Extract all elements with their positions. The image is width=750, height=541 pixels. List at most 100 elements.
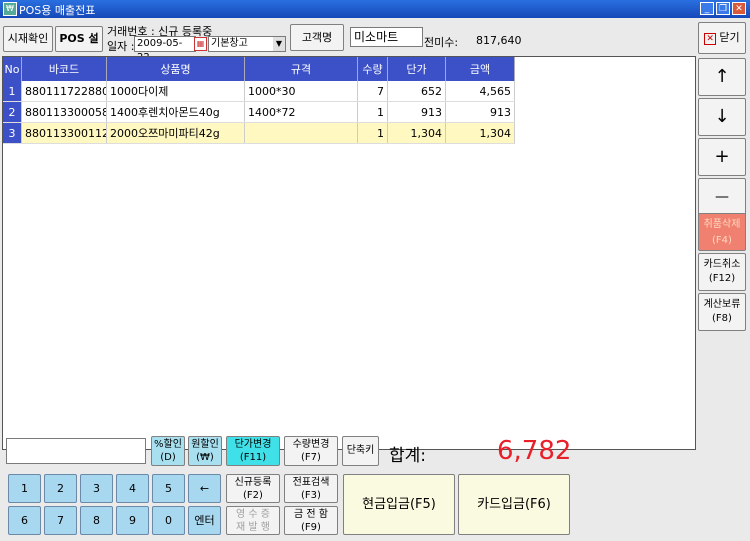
row-barcode: 8801117228804 — [21, 81, 107, 102]
chevron-down-icon[interactable]: ▼ — [273, 37, 285, 51]
card-cancel-key: (F12) — [708, 273, 736, 284]
table-row-selected[interactable]: 3 8801133001122 2000오쯔마미파티42g 1 1,304 1,… — [3, 122, 515, 144]
won-discount-button[interactable]: 원할인 (₩) — [188, 436, 222, 466]
percent-discount-key: (D) — [160, 452, 176, 463]
key-2[interactable]: 2 — [44, 474, 77, 503]
date-label: 일자 : — [107, 40, 135, 53]
date-field[interactable]: 2009-05-22 — [134, 36, 196, 63]
cash-payment-button[interactable]: 현금입금(F5) — [343, 474, 455, 535]
card-payment-button[interactable]: 카드입금(F6) — [458, 474, 570, 535]
maximize-button[interactable]: ❐ — [716, 2, 730, 15]
col-no: No — [3, 57, 22, 81]
client-area: 시재확인 POS 설정 거래번호 : 신규 등록중 일자 : 2009-05-2… — [0, 18, 750, 541]
window-title: POS용 매출전표 — [19, 4, 96, 17]
key-3[interactable]: 3 — [80, 474, 113, 503]
app-icon: ₩ — [3, 2, 17, 16]
row-qty: 1 — [357, 101, 388, 123]
plus-button[interactable]: + — [698, 138, 746, 176]
row-barcode: 8801133000583 — [21, 101, 107, 123]
col-qty: 수량 — [357, 57, 388, 81]
row-qty: 1 — [357, 122, 388, 144]
key-7[interactable]: 7 — [44, 506, 77, 535]
pos-settings-button[interactable]: POS 설정 — [55, 26, 103, 69]
backspace-key[interactable]: ← — [188, 474, 221, 503]
price-change-label: 단가변경 — [234, 439, 272, 450]
row-barcode: 8801133001122 — [21, 122, 107, 144]
warehouse-select[interactable]: 기본창고 ▼ — [208, 36, 286, 52]
col-spec: 규격 — [244, 57, 358, 81]
receipt-reprint-button[interactable]: 영 수 증 재 발 행 — [226, 506, 280, 535]
hold-button[interactable]: 계산보류 (F8) — [698, 293, 746, 331]
table-row[interactable]: 1 8801117228804 1000다이제 1000*30 7 652 4,… — [3, 81, 515, 102]
title-bar: ₩ POS용 매출전표 _ ❐ ✕ — [0, 0, 750, 18]
total-label: 합계: — [389, 446, 427, 466]
key-9[interactable]: 9 — [116, 506, 149, 535]
slip-search-button[interactable]: 전표검색 (F3) — [284, 474, 338, 503]
close-window-button[interactable]: ✕ — [732, 2, 746, 15]
won-discount-key: (₩) — [196, 452, 214, 463]
key-4[interactable]: 4 — [116, 474, 149, 503]
items-table: No 바코드 상품명 규격 수량 단가 금액 1 8801117228804 1… — [3, 57, 515, 144]
customer-button[interactable]: 고객명 — [290, 24, 344, 51]
unpaid-label: 전미수: — [424, 36, 459, 49]
row-amount: 913 — [445, 101, 515, 123]
slip-search-key: (F3) — [301, 490, 321, 501]
minimize-button[interactable]: _ — [700, 2, 714, 15]
shortcut-button[interactable]: 단축키 — [342, 436, 379, 466]
row-no: 2 — [3, 101, 22, 123]
close-icon: ✕ — [704, 33, 716, 45]
key-5[interactable]: 5 — [152, 474, 185, 503]
new-register-button[interactable]: 신규등록 (F2) — [226, 474, 280, 503]
hold-key: (F8) — [712, 313, 732, 324]
row-spec: 1400*72 — [244, 101, 358, 123]
cash-drawer-key: (F9) — [301, 522, 321, 533]
row-name: 1000다이제 — [106, 81, 245, 102]
cash-drawer-button[interactable]: 금 전 함 (F9) — [284, 506, 338, 535]
row-no: 1 — [3, 81, 22, 102]
minus-button[interactable]: — — [698, 178, 746, 216]
delete-item-button[interactable]: 취품삭제 (F4) — [698, 213, 746, 251]
col-amount: 금액 — [445, 57, 515, 81]
close-button[interactable]: ✕ 닫기 — [698, 22, 746, 54]
row-name: 1400후렌치아몬드40g — [106, 101, 245, 123]
key-6[interactable]: 6 — [8, 506, 41, 535]
row-price: 913 — [387, 101, 446, 123]
customer-field[interactable]: 미소마트 — [350, 27, 423, 47]
card-cancel-button[interactable]: 카드취소 (F12) — [698, 253, 746, 291]
row-amount: 4,565 — [445, 81, 515, 102]
row-spec: 1000*30 — [244, 81, 358, 102]
cash-drawer-label: 금 전 함 — [294, 509, 328, 520]
qty-change-key: (F7) — [301, 452, 321, 463]
enter-key[interactable]: 엔터 — [188, 506, 221, 535]
row-no: 3 — [3, 122, 22, 144]
key-0[interactable]: 0 — [152, 506, 185, 535]
barcode-input[interactable] — [6, 438, 146, 464]
row-spec — [244, 122, 358, 144]
receipt-reprint-label-1: 영 수 증 — [236, 509, 270, 520]
up-button[interactable]: ↑ — [698, 58, 746, 96]
col-barcode: 바코드 — [21, 57, 107, 81]
receipt-reprint-label-2: 재 발 행 — [236, 522, 270, 533]
row-price: 1,304 — [387, 122, 446, 144]
calendar-icon[interactable]: ▦ — [194, 37, 207, 51]
row-name: 2000오쯔마미파티42g — [106, 122, 245, 144]
warehouse-value: 기본창고 — [211, 38, 248, 49]
hold-label: 계산보류 — [703, 299, 741, 310]
row-qty: 7 — [357, 81, 388, 102]
price-change-key: (F11) — [239, 452, 267, 463]
qty-change-button[interactable]: 수량변경 (F7) — [284, 436, 338, 466]
key-8[interactable]: 8 — [80, 506, 113, 535]
qty-change-label: 수량변경 — [292, 439, 330, 450]
down-button[interactable]: ↓ — [698, 98, 746, 136]
won-discount-label: 원할인 — [191, 439, 219, 450]
row-price: 652 — [387, 81, 446, 102]
price-change-button[interactable]: 단가변경 (F11) — [226, 436, 280, 466]
card-cancel-label: 카드취소 — [703, 259, 741, 270]
resync-button[interactable]: 시재확인 — [3, 26, 53, 52]
col-price: 단가 — [387, 57, 446, 81]
table-row[interactable]: 2 8801133000583 1400후렌치아몬드40g 1400*72 1 … — [3, 101, 515, 123]
percent-discount-button[interactable]: %할인 (D) — [151, 436, 185, 466]
total-value: 6,782 — [497, 436, 572, 466]
key-1[interactable]: 1 — [8, 474, 41, 503]
slip-search-label: 전표검색 — [292, 477, 330, 488]
